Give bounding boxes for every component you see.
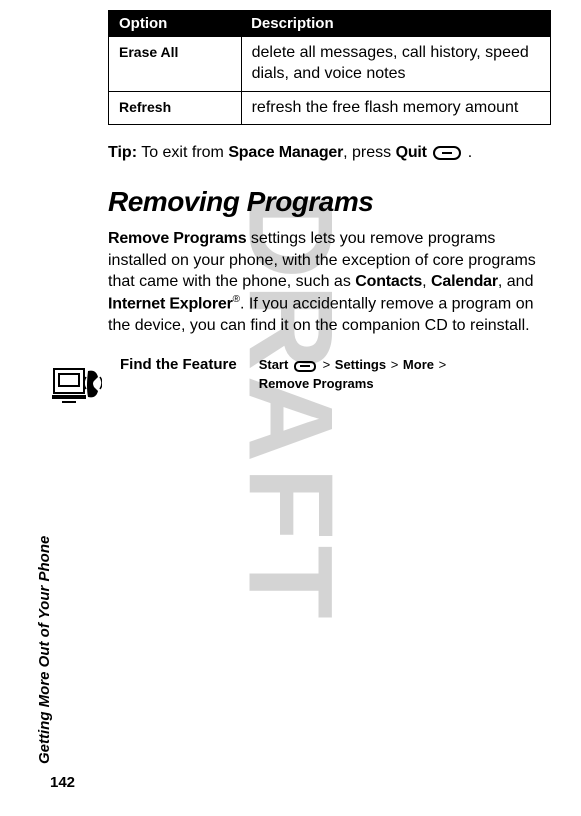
table-row: Refresh refresh the free flash memory am… — [109, 91, 551, 125]
find-feature-row: Find the Feature Start > Settings > More… — [120, 356, 551, 392]
page-content: Option Description Erase All delete all … — [0, 0, 581, 393]
path-settings: Settings — [335, 357, 386, 372]
option-label-refresh: Refresh — [109, 91, 242, 125]
section-heading: Removing Programs — [108, 186, 551, 218]
softkey-icon — [433, 146, 461, 160]
path-start: Start — [259, 357, 289, 372]
space-manager-text: Space Manager — [228, 144, 343, 161]
path-sep: > — [439, 357, 447, 372]
tip-text-mid: , press — [343, 144, 395, 161]
computer-phone-icon — [52, 365, 102, 413]
comma1: , — [422, 273, 431, 290]
path-remove-programs: Remove Programs — [259, 376, 374, 391]
page-number: 142 — [50, 774, 75, 791]
option-desc-erase-all: delete all messages, call history, speed… — [241, 37, 550, 92]
path-sep: > — [323, 357, 331, 372]
softkey-icon — [294, 361, 316, 372]
section-sidebar-text: Getting More Out of Your Phone — [36, 536, 53, 764]
contacts-text: Contacts — [355, 273, 422, 290]
body-paragraph: Remove Programs settings lets you remove… — [108, 228, 551, 336]
quit-text: Quit — [396, 144, 427, 161]
tip-text-after: . — [463, 144, 472, 161]
path-sep: > — [391, 357, 399, 372]
path-more: More — [403, 357, 434, 372]
tip-paragraph: Tip: To exit from Space Manager, press Q… — [108, 143, 551, 164]
tip-text-before: To exit from — [137, 144, 228, 161]
find-feature-label: Find the Feature — [120, 356, 237, 392]
table-row: Erase All delete all messages, call hist… — [109, 37, 551, 92]
table-header-option: Option — [109, 11, 242, 37]
find-feature-path: Start > Settings > More > Remove Program… — [259, 356, 448, 392]
comma2: , and — [498, 273, 534, 290]
table-header-description: Description — [241, 11, 550, 37]
option-label-erase-all: Erase All — [109, 37, 242, 92]
options-table: Option Description Erase All delete all … — [108, 10, 551, 125]
internet-explorer-text: Internet Explorer — [108, 295, 233, 312]
option-desc-refresh: refresh the free flash memory amount — [241, 91, 550, 125]
remove-programs-text: Remove Programs — [108, 230, 246, 247]
calendar-text: Calendar — [431, 273, 498, 290]
registered-mark: ® — [233, 294, 240, 305]
tip-label: Tip: — [108, 144, 137, 161]
